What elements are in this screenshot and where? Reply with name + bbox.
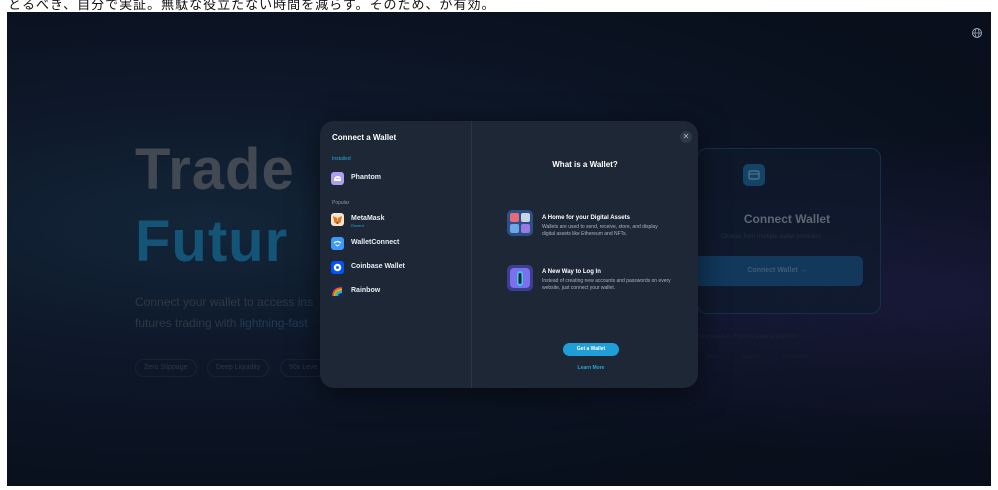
wallet-name: Rainbow [351,287,381,294]
wallet-option-walletconnect[interactable]: WalletConnect [331,236,461,252]
coinbase-icon [331,261,344,274]
wallet-option-coinbase[interactable]: Coinbase Wallet [331,260,461,276]
info-heading: A Home for your Digital Assets [542,215,630,221]
phantom-icon [331,172,344,185]
popular-section-label: Popular [332,200,350,206]
info-title: What is a Wallet? [552,160,618,169]
globe-icon[interactable] [971,26,983,38]
connect-wallet-modal: Connect a Wallet Installed Phantom Popul… [320,121,698,388]
info-description: Wallets are used to send, receive, store… [542,224,658,237]
metamask-icon [331,213,344,226]
wallet-option-phantom[interactable]: Phantom [331,171,461,187]
digital-assets-icon [507,210,533,236]
app-background: Trade Futur Connect your wallet to acces… [7,12,991,486]
walletconnect-icon [331,237,344,250]
info-heading: A New Way to Log In [542,269,601,275]
wallet-name: MetaMask [351,215,385,222]
wallet-option-rainbow[interactable]: Rainbow [331,284,461,300]
wallet-option-metamask[interactable]: MetaMask Recent [331,212,461,228]
wallet-name: Phantom [351,174,381,181]
modal-title: Connect a Wallet [332,133,397,142]
installed-section-label: Installed [332,156,351,162]
get-a-wallet-button[interactable]: Get a Wallet [563,343,619,356]
close-button[interactable]: ✕ [680,131,692,143]
rainbow-icon [331,285,344,298]
login-icon [507,265,533,291]
wallet-list-panel: Connect a Wallet Installed Phantom Popul… [320,121,472,388]
wallet-recent-tag: Recent [351,223,364,228]
wallet-name: Coinbase Wallet [351,263,405,270]
learn-more-link[interactable]: Learn More [563,365,619,371]
wallet-name: WalletConnect [351,239,400,246]
info-description: Instead of creating new accounts and pas… [542,278,671,291]
